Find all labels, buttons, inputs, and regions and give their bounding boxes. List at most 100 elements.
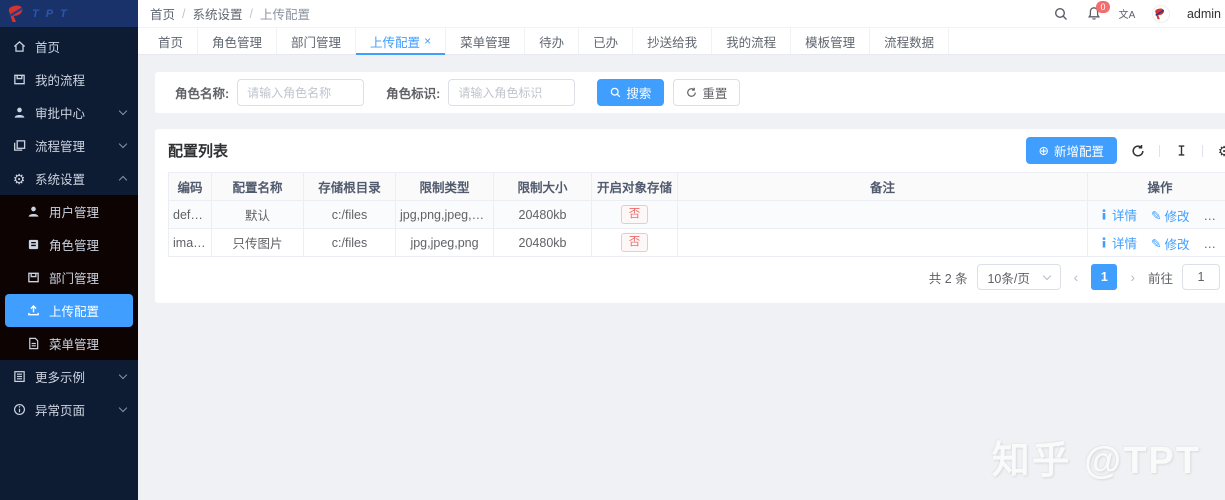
status-badge: 否 [620,205,649,224]
tab-label: 菜单管理 [460,35,511,50]
col-dir: 存储根目录 [303,172,396,201]
flow-icon [12,73,26,87]
sidebar-item-label: 异常页面 [35,404,86,418]
cell-remark [677,228,1088,257]
username-label[interactable]: admin [1187,7,1221,21]
tab-upload-config[interactable]: 上传配置 × [356,28,447,55]
tab-my-flows[interactable]: 我的流程 [712,28,792,54]
cell-size: 20480kb [493,228,592,257]
close-icon[interactable]: × [424,34,431,48]
tab-todo[interactable]: 待办 [525,28,580,54]
sidebar-item-label: 角色管理 [49,239,100,253]
table-header-row: 编码 配置名称 存储根目录 限制类型 限制大小 开启对象存储 备注 操作 [168,172,1225,201]
tab-label: 首页 [158,35,184,50]
tab-cc-me[interactable]: 抄送给我 [633,28,713,54]
row-density-icon[interactable] [1173,143,1189,159]
sidebar-item-role-mgmt[interactable]: 角色管理 [0,228,138,261]
avatar[interactable] [1151,4,1170,23]
topbar: 首页 / 系统设置 / 上传配置 0 文A admin [138,0,1225,27]
edit-icon: ✎ [1151,208,1162,223]
add-config-button[interactable]: ⊕ 新增配置 [1025,137,1117,164]
tab-label: 我的流程 [726,35,777,50]
cell-oss: 否 [591,228,678,257]
detail-link[interactable]: 详情 [1099,205,1137,224]
sidebar-item-label: 首页 [35,41,61,55]
prev-page-button[interactable]: ‹ [1070,269,1083,285]
info-icon [1102,236,1106,248]
brand-logo[interactable]: TPT [0,0,138,27]
search-icon[interactable] [1053,6,1069,22]
app-window: TPT 首页 我的流程 审批中心 流程管理 ⚙ 系统设置 用户管理 角色管理 部… [0,0,1225,500]
notification-badge: 0 [1095,0,1110,13]
sidebar-item-dept-mgmt[interactable]: 部门管理 [0,261,138,294]
page-size-select[interactable]: 10条/页 [976,264,1061,290]
sidebar-item-home[interactable]: 首页 [0,30,138,63]
col-size: 限制大小 [493,172,592,201]
cell-name: 只传图片 [211,228,304,257]
search-button-label: 搜索 [626,87,652,101]
next-page-button[interactable]: › [1126,269,1139,285]
role-name-input[interactable] [237,79,365,106]
detail-label: 详情 [1112,208,1138,223]
col-oss: 开启对象存储 [591,172,678,201]
cell-remark [677,200,1088,229]
page-number-1[interactable]: 1 [1091,264,1118,290]
home-icon [12,40,26,54]
tab-label: 角色管理 [212,35,263,50]
edit-link[interactable]: ✎ 修改 [1151,206,1190,225]
upload-icon [26,304,40,318]
table-row: image 只传图片 c:/files jpg,jpeg,png 20480kb… [168,228,1225,257]
breadcrumb-home[interactable]: 首页 [150,4,175,23]
pagination-total: 共 2 条 [928,271,968,286]
reset-button[interactable]: 重置 [673,79,741,106]
toolbar-divider [1159,144,1160,157]
sidebar-item-menu-mgmt[interactable]: 菜单管理 [0,327,138,360]
cell-code: image [168,228,212,257]
sidebar-item-my-flows[interactable]: 我的流程 [0,63,138,96]
delete-label: 删除 [1218,205,1225,224]
plus-circle-icon: ⊕ [1038,144,1049,158]
search-button[interactable]: 搜索 [597,79,665,106]
sidebar-item-system-settings[interactable]: ⚙ 系统设置 [0,162,138,195]
refresh-icon[interactable] [1130,143,1146,159]
gear-icon: ⚙ [12,170,26,187]
table-row: default 默认 c:/files jpg,png,jpeg,gif,tx.… [168,200,1225,229]
tab-home[interactable]: 首页 [144,28,199,54]
edit-link[interactable]: ✎ 修改 [1151,234,1190,253]
sidebar-item-upload-config[interactable]: 上传配置 [5,294,133,327]
tab-flow-data[interactable]: 流程数据 [870,28,950,54]
detail-link[interactable]: 详情 [1099,233,1137,252]
sidebar-item-label: 上传配置 [49,305,100,319]
tab-role-mgmt[interactable]: 角色管理 [198,28,278,54]
watermark: 知乎 @TPT [991,440,1201,482]
sidebar-item-user-mgmt[interactable]: 用户管理 [0,195,138,228]
user-icon [26,205,40,219]
tab-dept-mgmt[interactable]: 部门管理 [277,28,357,54]
search-icon [611,87,621,98]
goto-page-input[interactable] [1182,264,1220,290]
sidebar-item-label: 用户管理 [49,206,100,220]
detail-label: 详情 [1112,236,1138,251]
bell-icon[interactable]: 0 [1086,0,1110,22]
tab-menu-mgmt[interactable]: 菜单管理 [446,28,526,54]
cell-oss: 否 [591,200,678,229]
tab-label: 抄送给我 [647,35,698,50]
tab-template-mgmt[interactable]: 模板管理 [791,28,871,54]
sidebar-item-approval-center[interactable]: 审批中心 [0,96,138,129]
cell-types: jpg,jpeg,png [395,228,494,257]
tab-done[interactable]: 已办 [579,28,634,54]
breadcrumb-system-settings[interactable]: 系统设置 [193,4,243,23]
cell-name: 默认 [211,200,304,229]
sidebar-item-error-pages[interactable]: 异常页面 [0,393,138,426]
cell-actions: 详情 ✎ 修改 删除 [1087,228,1225,257]
sidebar-item-process-mgmt[interactable]: 流程管理 [0,129,138,162]
sidebar-item-more-examples[interactable]: 更多示例 [0,360,138,393]
translate-icon[interactable]: 文A [1119,6,1136,22]
breadcrumb-separator: / [182,6,186,21]
role-key-input[interactable] [448,79,576,106]
column-settings-gear-icon[interactable]: ⚙ [1216,143,1225,159]
chevron-down-icon [118,139,128,149]
search-form-card: 角色名称: 角色标识: 搜索 重置 [155,72,1225,113]
sidebar-menu: 首页 我的流程 审批中心 流程管理 ⚙ 系统设置 用户管理 角色管理 部门管理 … [0,27,138,426]
config-list-card: 配置列表 ⊕ 新增配置 ⚙ 编码 配置名称 存储根目录 限制类型 限制大小 开启… [155,129,1225,303]
